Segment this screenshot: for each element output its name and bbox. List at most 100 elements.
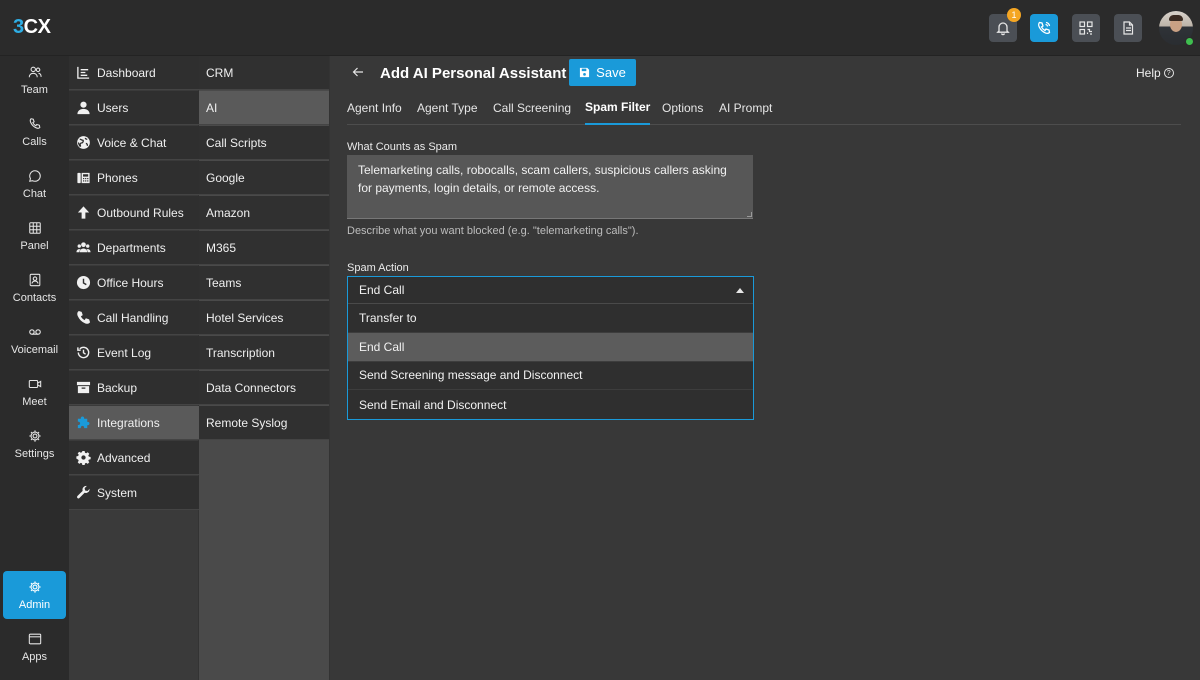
tab-options[interactable]: Options <box>662 90 703 125</box>
rail-label: Chat <box>22 187 47 200</box>
admin-gear-icon <box>28 580 41 593</box>
page-title: Add AI Personal Assistant <box>380 65 567 82</box>
wrench-icon <box>77 485 90 499</box>
tab-agent-info[interactable]: Agent Info <box>347 90 402 125</box>
menu-item-system[interactable]: System <box>69 476 199 510</box>
rail-item-calls[interactable]: Calls <box>0 108 69 156</box>
phone-status-button[interactable] <box>1030 14 1058 42</box>
rail-label: Settings <box>14 447 55 460</box>
rail-item-panel[interactable]: Panel <box>0 212 69 260</box>
voicemail-icon <box>28 328 41 335</box>
top-bar: 3CX 1 <box>0 0 1200 56</box>
submenu-item-teams[interactable]: Teams <box>199 266 329 300</box>
menu-label: Office Hours <box>97 275 164 290</box>
menu-item-office-hours[interactable]: Office Hours <box>69 266 199 300</box>
option-send-screening-message[interactable]: Send Screening message and Disconnect <box>348 362 753 391</box>
tab-ai-prompt[interactable]: AI Prompt <box>719 90 772 125</box>
menu-label: Event Log <box>97 345 152 360</box>
rail-item-meet[interactable]: Meet <box>0 368 69 416</box>
menu-item-backup[interactable]: Backup <box>69 371 199 405</box>
tab-call-screening[interactable]: Call Screening <box>493 90 571 125</box>
submenu-item-google[interactable]: Google <box>199 161 329 195</box>
menu-item-outbound-rules[interactable]: Outbound Rules <box>69 196 199 230</box>
video-icon <box>28 379 41 388</box>
tab-spam-filter[interactable]: Spam Filter <box>585 90 651 125</box>
tab-bar: Agent Info Agent Type Call Screening Spa… <box>347 90 1181 125</box>
main-content: Add AI Personal Assistant Save Help ? Ag… <box>330 56 1200 680</box>
history-icon <box>77 346 90 359</box>
submenu-item-transcription[interactable]: Transcription <box>199 336 329 370</box>
menu-label: Backup <box>97 380 138 395</box>
document-button[interactable] <box>1114 14 1142 42</box>
what-counts-textarea[interactable]: Telemarketing calls, robocalls, scam cal… <box>347 155 753 219</box>
arrow-up-icon <box>77 206 90 219</box>
spam-action-label: Spam Action <box>347 262 409 274</box>
save-label: Save <box>596 65 626 80</box>
menu-item-dashboard[interactable]: Dashboard <box>69 56 199 90</box>
rail-item-admin[interactable]: Admin <box>3 571 66 619</box>
resize-grip-icon[interactable] <box>747 212 752 217</box>
question-circle-icon: ? <box>1163 68 1174 78</box>
dashboard-icon <box>77 66 90 79</box>
menu-item-advanced[interactable]: Advanced <box>69 441 199 475</box>
rail-item-settings[interactable]: Settings <box>0 420 69 468</box>
fax-phone-icon <box>77 172 90 184</box>
rail-item-contacts[interactable]: Contacts <box>0 264 69 312</box>
option-send-email[interactable]: Send Email and Disconnect <box>348 390 753 419</box>
tab-agent-type[interactable]: Agent Type <box>417 90 478 125</box>
submenu-item-m365[interactable]: M365 <box>199 231 329 265</box>
clock-icon <box>76 275 91 290</box>
menu-item-voice-chat[interactable]: Voice & Chat <box>69 126 199 160</box>
menu-item-phones[interactable]: Phones <box>69 161 199 195</box>
menu-item-event-log[interactable]: Event Log <box>69 336 199 370</box>
menu-label: Departments <box>97 240 166 255</box>
notifications-button[interactable]: 1 <box>989 8 1021 42</box>
bell-icon <box>996 22 1010 36</box>
grid-icon <box>28 221 41 234</box>
option-transfer-to[interactable]: Transfer to <box>348 304 753 333</box>
menu-item-users[interactable]: Users <box>69 91 199 125</box>
spam-action-current[interactable]: End Call <box>348 277 753 304</box>
menu-label: Outbound Rules <box>97 205 184 220</box>
rail-item-apps[interactable]: Apps <box>0 623 69 671</box>
spam-action-select[interactable]: End Call Transfer to End Call Send Scree… <box>347 276 754 420</box>
integrations-submenu: CRM AI Call Scripts Google Amazon M365 T… <box>199 56 330 680</box>
menu-label: Integrations <box>97 415 160 430</box>
gear-icon <box>28 429 41 442</box>
rail-item-voicemail[interactable]: Voicemail <box>0 316 69 364</box>
menu-label: Phones <box>97 170 138 185</box>
rail-label: Team <box>21 83 48 96</box>
menu-label: Dashboard <box>97 65 156 80</box>
admin-menu: Dashboard Users Voice & Chat Phones Outb… <box>69 56 199 680</box>
menu-label: Voice & Chat <box>97 135 167 150</box>
3cx-logo[interactable]: 3CX <box>13 16 51 39</box>
rail-item-team[interactable]: Team <box>0 56 69 104</box>
submenu-item-ai[interactable]: AI <box>199 91 329 125</box>
cog-icon <box>76 450 91 465</box>
submenu-item-crm[interactable]: CRM <box>199 56 329 90</box>
help-link[interactable]: Help ? <box>1136 66 1174 80</box>
back-button[interactable] <box>352 65 364 81</box>
rail-label: Contacts <box>12 291 57 304</box>
menu-label: Call Handling <box>97 310 169 325</box>
save-button[interactable]: Save <box>569 59 636 86</box>
submenu-item-amazon[interactable]: Amazon <box>199 196 329 230</box>
archive-icon <box>76 381 91 394</box>
submenu-item-call-scripts[interactable]: Call Scripts <box>199 126 329 160</box>
rail-label: Admin <box>18 598 51 611</box>
menu-item-departments[interactable]: Departments <box>69 231 199 265</box>
help-label: Help <box>1136 66 1161 80</box>
qr-code-button[interactable] <box>1072 14 1100 42</box>
submenu-item-remote-syslog[interactable]: Remote Syslog <box>199 406 329 440</box>
apps-icon <box>28 633 41 644</box>
online-status-dot <box>1185 37 1194 46</box>
rail-item-chat[interactable]: Chat <box>0 160 69 208</box>
menu-item-integrations[interactable]: Integrations <box>69 406 199 440</box>
rail-label: Apps <box>21 650 48 663</box>
submenu-item-data-connectors[interactable]: Data Connectors <box>199 371 329 405</box>
menu-item-call-handling[interactable]: Call Handling <box>69 301 199 335</box>
submenu-item-hotel-services[interactable]: Hotel Services <box>199 301 329 335</box>
caret-up-icon <box>736 288 744 293</box>
phone-icon <box>29 117 40 129</box>
option-end-call[interactable]: End Call <box>348 332 753 362</box>
